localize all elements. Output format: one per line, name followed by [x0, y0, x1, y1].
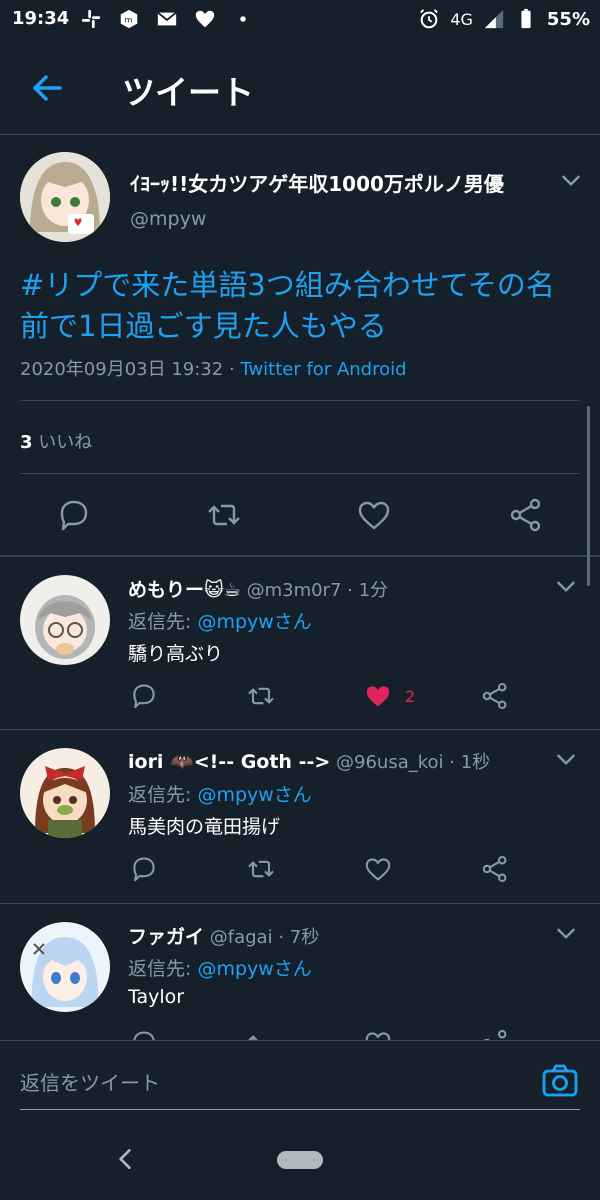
m-app-icon: m [120, 9, 138, 29]
camera-icon[interactable] [540, 1061, 580, 1101]
tweet-meta: 2020年09月03日 19:32 · Twitter for Android [20, 355, 407, 381]
reply-to-handle[interactable]: @mpywさん [197, 958, 311, 980]
reply-icon[interactable] [54, 495, 94, 535]
reply-to-line: 返信先: @mpywさん [128, 780, 312, 807]
tweet-source[interactable]: Twitter for Android [240, 359, 406, 380]
reply-author-handle[interactable]: @m3m0r7 [247, 580, 342, 601]
like-icon[interactable] [362, 853, 394, 885]
author-name[interactable]: ｲﾖｰｯ!!女カツアゲ年収1000万ポルノ男優 [130, 168, 504, 197]
reply-time: 1秒 [460, 752, 491, 773]
reply-item[interactable]: ファガイ @fagai · 7秒 返信先: @mpywさん Taylor [0, 904, 600, 1040]
chevron-down-icon[interactable] [558, 167, 584, 193]
svg-text:m: m [124, 15, 132, 25]
arrow-left-icon[interactable] [28, 68, 68, 108]
status-bar: 19:34 m 4G 55% [0, 0, 600, 40]
reply-header: iori 🦇<!-- Goth --> @96usa_koi · 1秒 [128, 748, 490, 774]
likes-count: 3 [20, 432, 33, 453]
divider [20, 400, 580, 401]
battery-label: 55% [546, 8, 590, 30]
reply-author-name[interactable]: めもりー😺☕ [128, 579, 241, 601]
composer-underline [20, 1109, 580, 1110]
heart-icon [195, 10, 215, 28]
tweet-text[interactable]: #リプで来た単語3つ組み合わせてその名前で1日過ごす見た人もやる [20, 265, 570, 347]
reply-input[interactable]: 返信をツイート [20, 1067, 520, 1096]
avatar[interactable] [20, 575, 110, 665]
reply-header: ファガイ @fagai · 7秒 [128, 922, 319, 949]
author-handle[interactable]: @mpyw [130, 208, 206, 230]
back-nav-icon[interactable] [112, 1146, 138, 1172]
retweet-icon[interactable] [245, 680, 277, 712]
reply-author-name[interactable]: iori 🦇<!-- Goth --> [128, 751, 330, 773]
battery-icon [521, 8, 531, 29]
signal-icon [484, 9, 504, 29]
reply-text: 驕り高ぶり [128, 643, 224, 665]
reply-composer: 返信をツイート [0, 1040, 600, 1121]
share-icon[interactable] [479, 853, 511, 885]
share-icon[interactable] [506, 495, 546, 535]
reply-to-label: 返信先: [128, 784, 192, 806]
likes-summary[interactable]: 3 いいね [20, 428, 92, 454]
retweet-icon[interactable] [245, 1027, 277, 1040]
dot-separator: · [347, 580, 353, 601]
chevron-down-icon[interactable] [553, 746, 579, 772]
page-title: ツイート [122, 73, 254, 112]
retweet-icon[interactable] [245, 853, 277, 885]
reply-text: Taylor [128, 986, 185, 1008]
likes-label: いいね [38, 432, 93, 453]
reply-time: 1分 [358, 580, 389, 601]
mail-icon [157, 11, 177, 26]
liked-heart-icon[interactable] [362, 680, 394, 712]
reply-text: 馬美肉の竜田揚げ [128, 816, 281, 838]
tweet-date: 2020年09月03日 19:32 [20, 359, 224, 380]
meta-separator: · [228, 359, 235, 380]
dot-icon [240, 16, 246, 22]
reply-to-line: 返信先: @mpywさん [128, 607, 312, 634]
chevron-down-icon[interactable] [553, 920, 579, 946]
reply-to-label: 返信先: [128, 611, 192, 633]
reply-icon[interactable] [128, 1027, 160, 1040]
divider [20, 473, 580, 474]
reply-to-handle[interactable]: @mpywさん [197, 784, 311, 806]
reply-author-name[interactable]: ファガイ [128, 926, 204, 948]
retweet-icon[interactable] [204, 495, 244, 535]
home-pill[interactable] [277, 1151, 323, 1169]
reply-to-label: 返信先: [128, 958, 192, 980]
dot-separator: · [278, 927, 285, 948]
like-icon[interactable] [362, 1027, 394, 1040]
main-tweet: ｲﾖｰｯ!!女カツアゲ年収1000万ポルノ男優 @mpyw #リプで来た単語3つ… [0, 135, 600, 555]
reply-icon[interactable] [128, 680, 160, 712]
slack-icon [81, 9, 101, 29]
reply-to-handle[interactable]: @mpywさん [197, 611, 311, 633]
share-icon[interactable] [479, 680, 511, 712]
avatar[interactable] [20, 922, 110, 1012]
reply-item[interactable]: めもりー😺☕ @m3m0r7 · 1分 返信先: @mpywさん 驕り高ぶり 2 [0, 557, 600, 729]
reply-item[interactable]: iori 🦇<!-- Goth --> @96usa_koi · 1秒 返信先:… [0, 730, 600, 902]
header: ツイート [0, 40, 600, 135]
reply-time: 7秒 [289, 927, 320, 948]
reply-icon[interactable] [128, 853, 160, 885]
like-icon[interactable] [354, 495, 394, 535]
reply-header: めもりー😺☕ @m3m0r7 · 1分 [128, 575, 388, 602]
system-nav-bar [0, 1120, 600, 1200]
reply-author-handle[interactable]: @fagai [210, 927, 273, 948]
network-label: 4G [450, 9, 473, 29]
avatar[interactable] [20, 748, 110, 838]
reply-to-line: 返信先: @mpywさん [128, 954, 312, 981]
avatar[interactable] [20, 152, 110, 242]
chevron-down-icon[interactable] [553, 573, 579, 599]
dot-separator: · [449, 752, 455, 773]
share-icon[interactable] [479, 1027, 511, 1040]
reply-author-handle[interactable]: @96usa_koi [336, 752, 444, 773]
like-count: 2 [405, 687, 416, 706]
status-time: 19:34 [12, 8, 70, 29]
alarm-icon [420, 9, 439, 29]
